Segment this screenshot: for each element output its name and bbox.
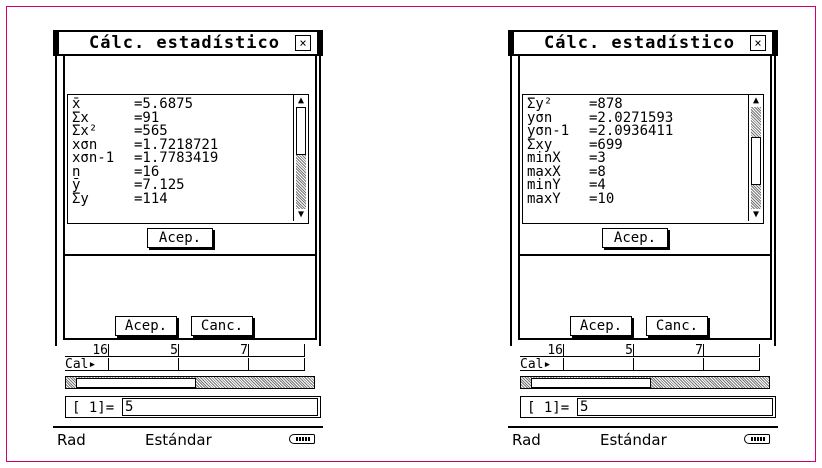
stat-row: Σy =114 — [72, 190, 168, 207]
scroll-thumb[interactable] — [751, 136, 761, 185]
accept-button[interactable]: Acep. — [147, 228, 213, 248]
close-icon[interactable]: × — [295, 35, 311, 51]
stats-list-box: Σy² =878 yσn =2.0271593 yσn-1 =2.0936411 Σx… — [522, 94, 764, 224]
cell[interactable] — [249, 358, 305, 371]
horizontal-scrollbar[interactable] — [520, 376, 770, 389]
accept-button-2[interactable]: Acep. — [570, 316, 632, 336]
cell[interactable] — [179, 358, 249, 371]
entry-input[interactable]: 5 — [122, 398, 318, 416]
window-title: Cálc. estadístico — [89, 33, 280, 53]
cell[interactable] — [704, 344, 760, 357]
scroll-up-icon[interactable]: ▲ — [294, 95, 308, 107]
number-format[interactable]: Estándar — [600, 431, 667, 449]
stats-list-box: x̄ =5.6875 Σx =91 Σx² =565 xσn =1.7218721 xσ… — [67, 94, 309, 224]
cell[interactable]: 5 — [564, 344, 634, 357]
stats-list: Σy² =878 yσn =2.0271593 yσn-1 =2.0936411 Σx… — [527, 97, 673, 207]
cell[interactable]: 16 — [65, 344, 109, 357]
calculator-screen-right: Cálc. estadístico × Σy² =878 yσn =2.027159… — [508, 30, 778, 450]
calculator-screen-left: Cálc. estadístico × x̄ =5.6875 Σx =91 Σx² =… — [53, 30, 323, 450]
vertical-scrollbar[interactable]: ▲ ▼ — [748, 95, 763, 221]
entry-input[interactable]: 5 — [577, 398, 773, 416]
title-bar: Cálc. estadístico × — [53, 30, 323, 56]
close-icon[interactable]: × — [750, 35, 766, 51]
cell[interactable]: 7 — [179, 344, 249, 357]
scroll-down-icon[interactable]: ▼ — [749, 209, 763, 221]
angle-mode[interactable]: Rad — [57, 431, 86, 449]
cell[interactable] — [249, 344, 305, 357]
status-bar: Rad Estándar — [53, 426, 323, 450]
horizontal-scrollbar[interactable] — [65, 376, 315, 389]
stat-row: maxY =10 — [527, 190, 615, 207]
scroll-thumb[interactable] — [296, 107, 306, 155]
calc-row-label[interactable]: Cal▸ — [65, 358, 109, 371]
cell[interactable] — [564, 358, 634, 371]
battery-icon — [744, 434, 770, 444]
vertical-scrollbar[interactable]: ▲ ▼ — [293, 95, 308, 221]
cell[interactable]: 7 — [634, 344, 704, 357]
cell[interactable] — [704, 358, 760, 371]
horizontal-scroll-thumb[interactable] — [76, 378, 196, 388]
entry-line: [ 1]= 5 — [65, 396, 321, 418]
scroll-up-icon[interactable]: ▲ — [749, 95, 763, 107]
accept-button[interactable]: Acep. — [602, 228, 668, 248]
entry-label: [ 1]= — [527, 400, 570, 416]
cell[interactable] — [634, 358, 704, 371]
entry-label: [ 1]= — [72, 400, 115, 416]
entry-line: [ 1]= 5 — [520, 396, 776, 418]
battery-icon — [289, 434, 315, 444]
horizontal-scroll-thumb[interactable] — [531, 378, 651, 388]
cancel-button[interactable]: Canc. — [646, 316, 708, 336]
angle-mode[interactable]: Rad — [512, 431, 541, 449]
cell[interactable]: 16 — [520, 344, 564, 357]
cancel-button[interactable]: Canc. — [191, 316, 253, 336]
stats-dialog: Σy² =878 yσn =2.0271593 yσn-1 =2.0936411 Σx… — [518, 56, 772, 340]
status-bar: Rad Estándar — [508, 426, 778, 450]
stats-dialog: x̄ =5.6875 Σx =91 Σx² =565 xσn =1.7218721 xσ… — [63, 56, 317, 340]
scroll-down-icon[interactable]: ▼ — [294, 209, 308, 221]
window-title: Cálc. estadístico — [544, 33, 735, 53]
cell[interactable] — [109, 358, 179, 371]
stats-list: x̄ =5.6875 Σx =91 Σx² =565 xσn =1.7218721 xσ… — [72, 97, 218, 207]
accept-button-2[interactable]: Acep. — [115, 316, 177, 336]
calc-row-label[interactable]: Cal▸ — [520, 358, 564, 371]
cell[interactable]: 5 — [109, 344, 179, 357]
number-format[interactable]: Estándar — [145, 431, 212, 449]
title-bar: Cálc. estadístico × — [508, 30, 778, 56]
